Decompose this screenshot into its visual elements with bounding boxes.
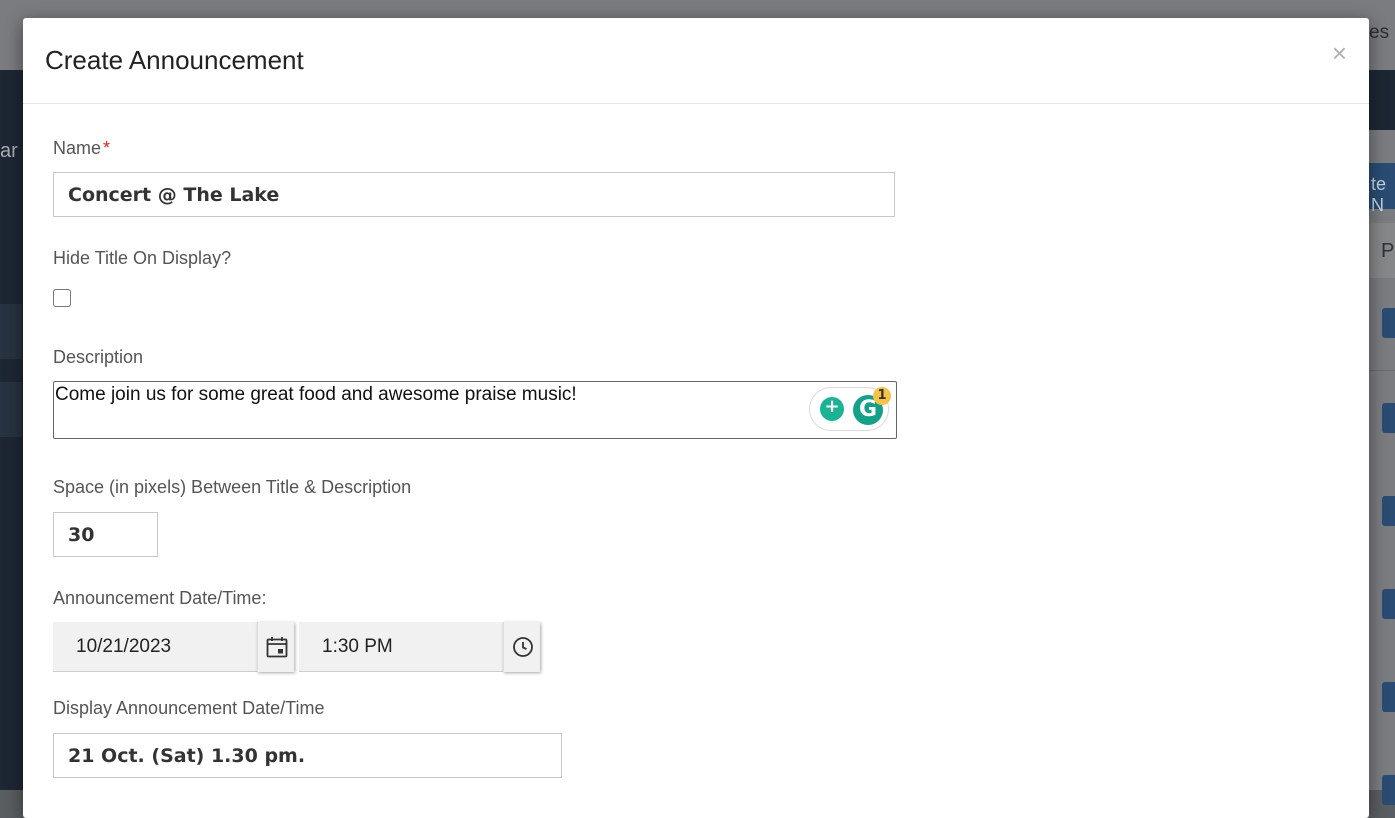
spacing-input[interactable]: [53, 512, 158, 557]
hide-title-label: Hide Title On Display?: [53, 248, 232, 268]
display-datetime-label: Display Announcement Date/Time: [53, 698, 325, 718]
clock-button[interactable]: [503, 622, 540, 672]
calendar-button[interactable]: [257, 622, 294, 672]
datetime-label: Announcement Date/Time:: [53, 588, 267, 608]
grammarly-badge: 1: [873, 387, 891, 405]
background-button-text: te N: [1371, 174, 1387, 215]
close-button[interactable]: ×: [1332, 40, 1347, 66]
modal-title: Create Announcement: [45, 45, 304, 75]
background-text-left: ar: [0, 140, 18, 162]
background-column-header: P: [1381, 240, 1395, 262]
description-label: Description: [53, 347, 144, 367]
name-input[interactable]: [53, 172, 895, 217]
display-datetime-input[interactable]: [53, 733, 562, 778]
create-announcement-modal: Create Announcement × Name* Hide Title O…: [23, 18, 1369, 818]
date-input[interactable]: 10/21/2023: [53, 622, 257, 672]
required-marker: *: [103, 138, 111, 158]
calendar-icon: [266, 637, 288, 658]
background-text-top: es: [1369, 22, 1390, 43]
description-textarea[interactable]: Come join us for some great food and awe…: [53, 381, 897, 439]
hide-title-checkbox[interactable]: [53, 289, 71, 307]
close-icon: ×: [1331, 38, 1347, 68]
name-label-text: Name: [53, 138, 102, 158]
spacing-label: Space (in pixels) Between Title & Descri…: [53, 477, 412, 497]
time-input[interactable]: 1:30 PM: [299, 622, 503, 672]
clock-icon: [513, 637, 533, 657]
name-label: Name *: [53, 138, 110, 159]
modal-header: Create Announcement ×: [23, 18, 1369, 104]
lightbulb-icon[interactable]: [820, 396, 844, 421]
grammarly-widget[interactable]: G 1: [809, 387, 891, 431]
